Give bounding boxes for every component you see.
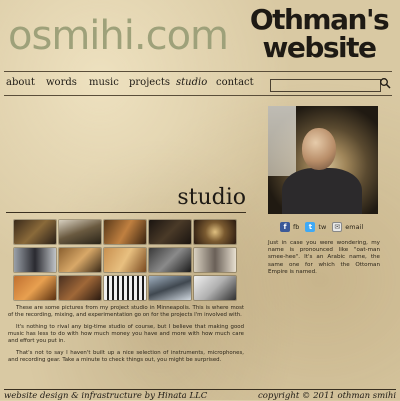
social-link-email[interactable]: ✉ email [332,222,363,232]
gallery-thumb[interactable] [194,276,236,300]
title-rule [6,212,246,213]
gallery-thumb[interactable] [149,220,191,244]
search-input[interactable] [270,79,381,92]
gallery-thumb[interactable] [14,248,56,272]
studio-description: These are some pictures from my project … [8,305,244,369]
studio-gallery [14,220,238,300]
nav-item-words[interactable]: words [46,77,89,91]
gallery-thumb[interactable] [104,248,146,272]
gallery-thumb[interactable] [104,276,146,300]
search-icon[interactable] [379,77,391,89]
nav-top-rule [4,71,392,72]
gallery-thumb[interactable] [59,248,101,272]
nav-item-studio[interactable]: studio [176,77,216,91]
site-logo-othmans-website[interactable]: Othman's website [244,6,394,62]
logo-line-1: Othman's [249,3,390,36]
nav-item-contact[interactable]: contact [216,77,254,91]
nav-item-about[interactable]: about [6,77,46,91]
social-label: fb [293,223,300,231]
gallery-thumb[interactable] [194,220,236,244]
email-icon: ✉ [332,222,343,232]
gallery-thumb[interactable] [149,248,191,272]
gallery-thumb[interactable] [59,276,101,300]
facebook-icon: f [280,222,290,232]
about-blurb: Just in case you were wondering, my name… [268,240,380,275]
site-logo-osmihi[interactable]: osmihi.com [8,8,236,64]
gallery-thumb[interactable] [194,248,236,272]
description-paragraph: It's nothing to rival any big-time studi… [8,324,244,344]
profile-photo [268,106,378,214]
gallery-thumb[interactable] [14,220,56,244]
social-label: tw [318,223,327,231]
gallery-thumb[interactable] [104,220,146,244]
page-title: studio [177,185,246,210]
social-link-twitter[interactable]: t tw [305,222,326,232]
twitter-icon: t [305,222,316,232]
gallery-thumb[interactable] [149,276,191,300]
social-links: f fb t tw ✉ email [280,222,363,232]
description-paragraph: That's not to say I haven't built up a n… [8,350,244,363]
main-nav: about words music projects studio contac… [6,77,254,91]
gallery-thumb[interactable] [14,276,56,300]
logo-line-2: website [262,31,377,64]
nav-item-projects[interactable]: projects [129,77,176,91]
gallery-thumb[interactable] [59,220,101,244]
nav-item-music[interactable]: music [89,77,129,91]
nav-bottom-rule [4,95,392,96]
description-paragraph: These are some pictures from my project … [8,305,244,318]
social-label: email [345,223,364,231]
footer-rule [4,389,396,390]
social-link-facebook[interactable]: f fb [280,222,299,232]
